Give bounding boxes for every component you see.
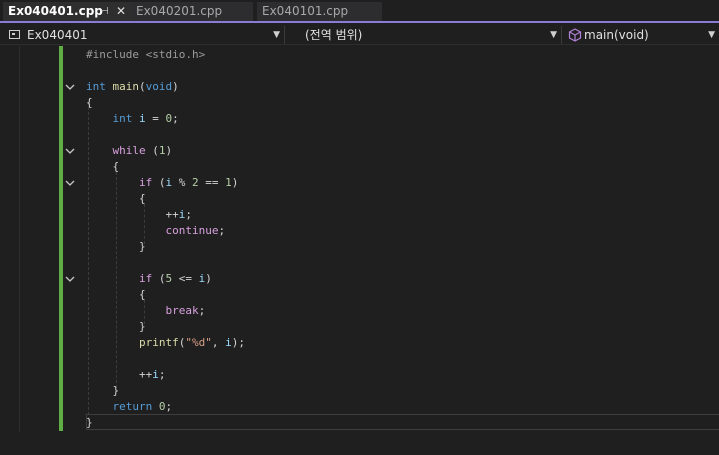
code-line[interactable]: { bbox=[86, 191, 146, 207]
fold-chevron-icon[interactable] bbox=[64, 145, 76, 157]
tab-ex040401[interactable]: Ex040401.cpp ⊣ ✕ bbox=[3, 2, 131, 21]
pin-icon[interactable]: ⊣ bbox=[100, 2, 109, 21]
code-line[interactable]: while (1) bbox=[86, 143, 173, 159]
code-line[interactable]: return 0; bbox=[86, 399, 173, 415]
code-line[interactable]: } bbox=[86, 415, 93, 431]
code-line[interactable]: ++i; bbox=[86, 207, 192, 223]
code-line[interactable]: continue; bbox=[86, 223, 225, 239]
code-line[interactable]: } bbox=[86, 319, 146, 335]
project-label: Ex040401 bbox=[27, 28, 88, 42]
tab-ex040101[interactable]: Ex040101.cpp bbox=[257, 2, 382, 21]
fold-chevron-icon[interactable] bbox=[64, 81, 76, 93]
chevron-down-icon: ▼ bbox=[550, 30, 557, 40]
code-line[interactable]: { bbox=[86, 287, 146, 303]
tab-ex040201[interactable]: Ex040201.cpp bbox=[131, 2, 253, 21]
member-dropdown[interactable]: main(void) ▼ bbox=[566, 26, 719, 44]
close-icon[interactable]: ✕ bbox=[116, 2, 126, 21]
editor-margin-divider bbox=[19, 46, 20, 432]
fold-chevron-icon[interactable] bbox=[64, 177, 76, 189]
code-line[interactable]: int main(void) bbox=[86, 79, 179, 95]
change-tracking-bar bbox=[59, 46, 63, 431]
code-line[interactable]: } bbox=[86, 383, 119, 399]
code-line[interactable]: printf("%d", i); bbox=[86, 335, 245, 351]
tab-label: Ex040101.cpp bbox=[262, 4, 349, 18]
project-dropdown[interactable]: Ex040401 ▼ bbox=[3, 26, 285, 44]
tab-bar: Ex040401.cpp ⊣ ✕ Ex040201.cpp Ex040101.c… bbox=[0, 0, 719, 23]
code-line[interactable]: { bbox=[86, 95, 93, 111]
code-line[interactable]: if (i % 2 == 1) bbox=[86, 175, 238, 191]
code-line[interactable]: { bbox=[86, 159, 119, 175]
scope-label: (전역 범위) bbox=[305, 28, 363, 42]
chevron-down-icon: ▼ bbox=[708, 30, 715, 40]
code-line[interactable]: } bbox=[86, 239, 146, 255]
chevron-down-icon: ▼ bbox=[273, 30, 280, 40]
member-label: main(void) bbox=[584, 28, 649, 42]
method-cube-icon bbox=[568, 28, 582, 42]
tab-label: Ex040201.cpp bbox=[136, 4, 223, 18]
fold-chevron-icon[interactable] bbox=[64, 273, 76, 285]
code-line[interactable]: ++i; bbox=[86, 367, 166, 383]
code-line[interactable]: #include <stdio.h> bbox=[86, 47, 205, 63]
scope-dropdown[interactable]: (전역 범위) ▼ bbox=[289, 26, 562, 44]
code-line[interactable]: if (5 <= i) bbox=[86, 271, 212, 287]
current-line-highlight bbox=[86, 414, 719, 430]
tab-label: Ex040401.cpp bbox=[8, 4, 103, 18]
code-line[interactable]: int i = 0; bbox=[86, 111, 179, 127]
code-line[interactable]: break; bbox=[86, 303, 205, 319]
project-icon bbox=[9, 30, 20, 39]
navigation-bar: Ex040401 ▼ (전역 범위) ▼ main(void) ▼ bbox=[0, 25, 719, 45]
